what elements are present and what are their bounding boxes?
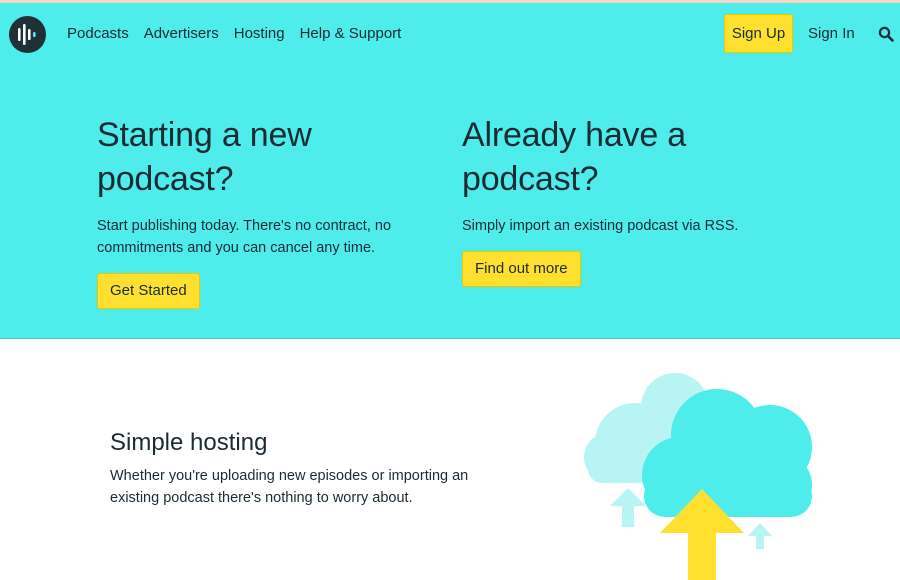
nav-link-hosting[interactable]: Hosting [234, 23, 285, 45]
existing-podcast-heading-line1: Already have a [462, 116, 687, 154]
existing-podcast-heading: Already have a podcast? [462, 113, 792, 201]
existing-podcast-heading-line2: podcast? [462, 160, 599, 198]
existing-podcast-text: Simply import an existing podcast via RS… [462, 218, 739, 234]
start-podcast-heading: Starting a new podcast? [97, 113, 427, 201]
start-podcast-column: Starting a new podcast? Start publishing… [97, 113, 427, 309]
nav-link-podcasts[interactable]: Podcasts [67, 23, 129, 45]
nav-links: Podcasts Advertisers Hosting Help & Supp… [67, 23, 401, 45]
start-podcast-text: Start publishing today. There's no contr… [97, 218, 392, 256]
nav-link-help-support[interactable]: Help & Support [300, 23, 402, 45]
logo-icon[interactable] [9, 16, 46, 53]
simple-hosting-text: Whether you're uploading new episodes or… [110, 468, 469, 506]
sign-up-button[interactable]: Sign Up [724, 14, 793, 53]
start-podcast-heading-line1: Starting a new [97, 116, 312, 154]
navbar: Podcasts Advertisers Hosting Help & Supp… [0, 3, 900, 65]
simple-hosting-text-block: Simple hosting Whether you're uploading … [110, 427, 510, 509]
find-out-more-button[interactable]: Find out more [462, 251, 581, 287]
existing-podcast-column: Already have a podcast? Simply import an… [462, 113, 792, 287]
nav-link-advertisers[interactable]: Advertisers [144, 23, 219, 45]
hero-section: Podcasts Advertisers Hosting Help & Supp… [0, 3, 900, 339]
get-started-button[interactable]: Get Started [97, 273, 200, 309]
start-podcast-heading-line2: podcast? [97, 160, 234, 198]
search-icon[interactable] [878, 26, 894, 42]
sign-in-link[interactable]: Sign In [808, 23, 855, 45]
upload-cloud-illustration [580, 365, 820, 580]
simple-hosting-heading: Simple hosting [110, 429, 268, 456]
